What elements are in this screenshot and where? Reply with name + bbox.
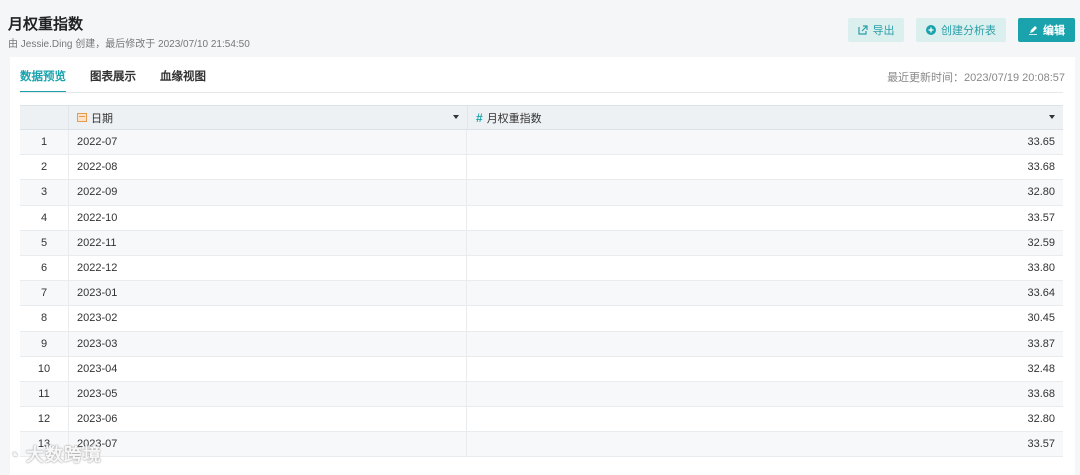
- page-title: 月权重指数: [8, 16, 84, 33]
- date-cell: 2022-11: [68, 230, 467, 255]
- tab-divider: [20, 92, 1063, 93]
- tab-lineage-view[interactable]: 血缘视图: [160, 65, 206, 93]
- last-updated: 最近更新时间：2023/07/19 20:08:57: [887, 72, 1065, 84]
- row-index: 8: [40, 312, 48, 325]
- content-panel: 数据预览 图表展示 血缘视图 最近更新时间：2023/07/19 20:08:5…: [10, 57, 1075, 475]
- row-index: 3: [40, 186, 48, 199]
- page: 月权重指数 由 Jessie.Ding 创建，最后修改于 2023/07/10 …: [0, 0, 1080, 475]
- create-analysis-button[interactable]: 创建分析表: [916, 18, 1006, 42]
- value-cell: 32.48: [1027, 362, 1055, 375]
- value-cell: 33.68: [1027, 161, 1055, 174]
- value-cell: 33.80: [1027, 262, 1055, 275]
- caret-down-icon[interactable]: [453, 115, 459, 119]
- value-cell: 32.59: [1027, 236, 1055, 249]
- caret-down-icon[interactable]: [1049, 115, 1055, 119]
- table-row[interactable]: 7 2023-01 33.64: [20, 281, 1063, 307]
- date-cell: 2023-05: [68, 381, 467, 407]
- edit-button[interactable]: 编辑: [1018, 18, 1075, 42]
- column-header-index[interactable]: # 月权重指数: [467, 106, 1063, 129]
- date-cell: 2023-02: [68, 306, 467, 331]
- table-row[interactable]: 5 2022-11 32.59: [20, 230, 1063, 256]
- page-meta: 由 Jessie.Ding 创建，最后修改于 2023/07/10 21:54:…: [8, 39, 250, 50]
- index-header: [20, 106, 68, 129]
- column-label: 日期: [91, 112, 113, 125]
- edit-icon: [1029, 26, 1037, 35]
- number-icon: #: [476, 110, 483, 125]
- table-body: 1 2022-07 33.65 2 2022-08 33.68 3 2022-09 32.80 4…: [20, 130, 1063, 458]
- table-row[interactable]: 12 2023-06 32.80: [20, 407, 1063, 433]
- column-header-date[interactable]: 日期: [68, 106, 467, 129]
- table-row[interactable]: 4 2022-10 33.57: [20, 205, 1063, 231]
- table-row[interactable]: 9 2023-03 33.87: [20, 331, 1063, 357]
- tab-bar: 数据预览 图表展示 血缘视图: [20, 65, 206, 93]
- date-cell: 2022-07: [68, 130, 467, 155]
- row-index: 5: [40, 236, 48, 249]
- data-table: 日期 # 月权重指数 1 2022-07 33.65 2 2022-08 33.68 3 20…: [20, 105, 1063, 458]
- plus-circle-icon: [926, 25, 936, 35]
- date-cell: 2022-09: [68, 180, 467, 205]
- row-index: 4: [40, 211, 48, 224]
- date-icon: [77, 113, 87, 122]
- table-header: 日期 # 月权重指数: [20, 105, 1063, 130]
- row-index: 10: [37, 362, 51, 375]
- value-cell: 33.65: [1027, 136, 1055, 149]
- date-cell: 2023-07: [68, 432, 467, 457]
- value-cell: 33.64: [1027, 287, 1055, 300]
- date-cell: 2023-03: [68, 331, 467, 356]
- export-button[interactable]: 导出: [848, 18, 904, 42]
- date-cell: 2023-04: [68, 356, 467, 381]
- export-label: 导出: [872, 25, 895, 37]
- date-cell: 2022-12: [68, 255, 467, 281]
- table-row[interactable]: 13 2023-07 33.57: [20, 432, 1063, 458]
- row-index: 13: [37, 438, 51, 451]
- date-cell: 2022-08: [68, 155, 467, 180]
- row-index: 1: [40, 136, 48, 149]
- date-cell: 2022-10: [68, 205, 467, 230]
- table-row[interactable]: 6 2022-12 33.80: [20, 255, 1063, 282]
- date-cell: 2023-01: [68, 281, 467, 306]
- row-index: 11: [38, 387, 50, 400]
- value-cell: 33.57: [1027, 211, 1055, 224]
- value-cell: 32.80: [1027, 186, 1055, 199]
- table-row[interactable]: 3 2022-09 32.80: [20, 180, 1063, 206]
- value-cell: 33.87: [1027, 337, 1055, 350]
- column-label: 月权重指数: [486, 112, 542, 125]
- table-row[interactable]: 8 2023-02 30.45: [20, 306, 1063, 332]
- value-cell: 32.80: [1027, 413, 1055, 426]
- value-cell: 33.68: [1027, 387, 1055, 400]
- row-index: 7: [40, 287, 48, 300]
- table-row[interactable]: 11 2023-05 33.68: [20, 381, 1063, 408]
- date-cell: 2023-06: [68, 407, 467, 432]
- value-cell: 30.45: [1027, 312, 1055, 325]
- row-index: 9: [40, 337, 48, 350]
- export-icon: [857, 25, 868, 35]
- row-index: 6: [40, 262, 48, 275]
- row-index: 2: [40, 161, 48, 174]
- page-header: 月权重指数 由 Jessie.Ding 创建，最后修改于 2023/07/10 …: [0, 0, 1080, 56]
- edit-label: 编辑: [1043, 25, 1065, 37]
- table-row[interactable]: 10 2023-04 32.48: [20, 356, 1063, 382]
- value-cell: 33.57: [1027, 438, 1055, 451]
- create-analysis-label: 创建分析表: [941, 25, 996, 37]
- table-row[interactable]: 1 2022-07 33.65: [20, 130, 1063, 156]
- row-index: 12: [37, 413, 51, 426]
- table-row[interactable]: 2 2022-08 33.68: [20, 155, 1063, 181]
- tab-data-preview[interactable]: 数据预览: [20, 65, 66, 93]
- tab-chart-view[interactable]: 图表展示: [90, 65, 136, 93]
